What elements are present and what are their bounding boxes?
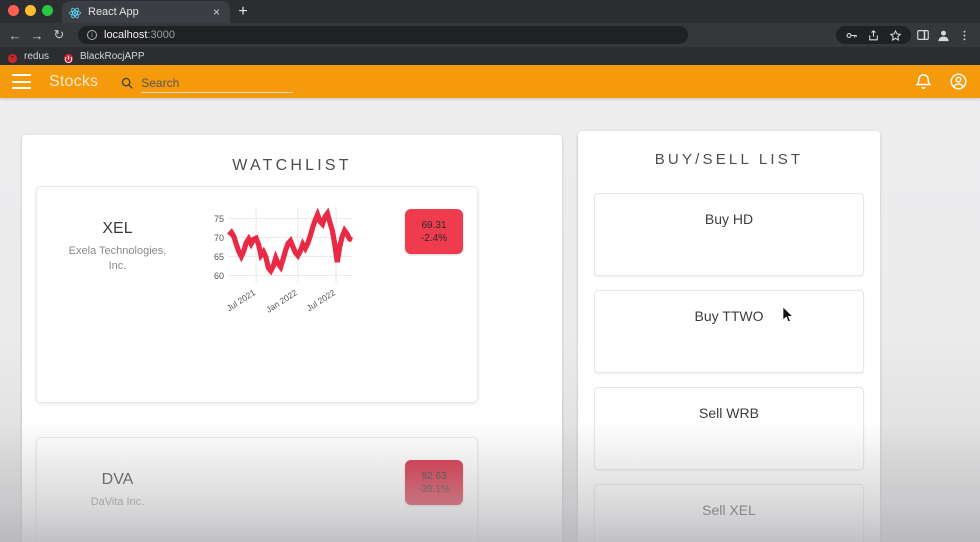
- close-icon[interactable]: ×: [210, 6, 223, 18]
- browser-tab[interactable]: React App ×: [62, 1, 230, 23]
- tab-strip: React App × +: [0, 0, 980, 23]
- search-input[interactable]: [141, 75, 294, 93]
- svg-text:60: 60: [214, 271, 224, 281]
- react-icon: [69, 6, 81, 19]
- bookmark-blackrock[interactable]: BlackRocjAPP: [63, 50, 145, 63]
- bookmark-redus[interactable]: redus: [7, 50, 50, 63]
- stock-symbol: XEL: [102, 220, 133, 237]
- menu-kebab-icon[interactable]: [955, 26, 974, 44]
- stock-company: Exela Technologies, Inc.: [68, 245, 167, 272]
- toolbar-actions: [836, 23, 974, 47]
- svg-text:75: 75: [214, 214, 224, 224]
- page-content: WATCHLIST XEL Exela Technologies, Inc. 6…: [0, 98, 980, 542]
- svg-text:Jul 2021: Jul 2021: [225, 287, 258, 313]
- forward-icon[interactable]: →: [26, 25, 48, 45]
- window-controls: [8, 5, 53, 16]
- bell-icon[interactable]: [914, 72, 933, 91]
- close-window-button[interactable]: [8, 5, 19, 16]
- omnibox-actions: [836, 26, 911, 44]
- bookmarks-bar: redus BlackRocjAPP: [0, 47, 980, 65]
- profile-icon[interactable]: [934, 26, 953, 44]
- reload-icon[interactable]: ↻: [48, 25, 70, 45]
- order-card[interactable]: Buy HD: [594, 193, 864, 276]
- url-port: :3000: [147, 29, 175, 41]
- back-icon[interactable]: ←: [4, 25, 26, 45]
- svg-text:65: 65: [214, 252, 224, 262]
- price-chart: 60 65 70 75 Jul 2021 Jan 2022 Jul 2022: [193, 201, 358, 321]
- stock-company: DaVita Inc.: [90, 496, 145, 508]
- stock-price: 82.63: [421, 470, 447, 482]
- browser-window: React App × + ← → ↻ i localhost:3000 red…: [0, 0, 980, 542]
- search-icon[interactable]: [120, 76, 134, 90]
- stock-price: 69.31: [421, 219, 447, 231]
- order-card[interactable]: Sell XEL: [594, 484, 864, 542]
- watchlist-panel: WATCHLIST XEL Exela Technologies, Inc. 6…: [22, 135, 562, 542]
- address-bar[interactable]: i localhost:3000: [78, 26, 688, 44]
- url-host: localhost: [104, 29, 148, 41]
- stock-change: -2.4%: [420, 232, 448, 244]
- blackrock-icon: [63, 51, 74, 63]
- watchlist-title: WATCHLIST: [232, 157, 352, 174]
- order-label: Sell WRB: [699, 405, 759, 421]
- svg-text:Jul 2022: Jul 2022: [305, 287, 338, 313]
- stock-change: -39.1%: [418, 483, 450, 495]
- price-badge: 69.31 -2.4%: [405, 209, 463, 254]
- info-icon[interactable]: i: [87, 30, 97, 40]
- redux-icon: [7, 51, 18, 63]
- url-text: localhost:3000: [104, 29, 175, 41]
- bookmark-label: BlackRocjAPP: [80, 50, 145, 62]
- watchlist-row[interactable]: DVA DaVita Inc. 82.63 -39.1%: [36, 437, 478, 542]
- price-badge: 82.63 -39.1%: [405, 460, 463, 505]
- minimize-window-button[interactable]: [25, 5, 36, 16]
- stock-symbol: DVA: [101, 471, 134, 488]
- watchlist-row[interactable]: XEL Exela Technologies, Inc. 60 65 70 75 Jul…: [36, 186, 478, 403]
- svg-text:70: 70: [214, 233, 224, 243]
- account-circle-icon[interactable]: [949, 72, 968, 91]
- search-area: [120, 71, 294, 93]
- tab-title: React App: [88, 6, 139, 18]
- bookmark-label: redus: [24, 50, 50, 62]
- app-title: Stocks: [49, 72, 99, 90]
- browser-toolbar: ← → ↻ i localhost:3000: [0, 23, 980, 47]
- new-tab-button[interactable]: +: [233, 3, 253, 21]
- hamburger-icon[interactable]: [12, 74, 31, 89]
- buysell-panel: BUY/SELL LIST Buy HD Buy TTWO Sell WRB S…: [578, 131, 880, 542]
- order-label: Buy HD: [704, 211, 754, 227]
- app-header-actions: [914, 65, 968, 98]
- order-label: Buy TTWO: [694, 308, 764, 324]
- order-card[interactable]: Sell WRB: [594, 387, 864, 470]
- order-card[interactable]: Buy TTWO: [594, 290, 864, 373]
- svg-text:Jan 2022: Jan 2022: [264, 287, 299, 315]
- key-icon[interactable]: [842, 26, 861, 44]
- star-icon[interactable]: [886, 26, 905, 44]
- side-panel-icon[interactable]: [913, 26, 932, 44]
- app-header: Stocks: [0, 65, 980, 98]
- page-viewport: Stocks Search WATCHLIST XEL Exela Techno…: [0, 65, 980, 542]
- buysell-title: BUY/SELL LIST: [654, 151, 804, 168]
- maximize-window-button[interactable]: [42, 5, 53, 16]
- order-label: Sell XEL: [702, 502, 756, 518]
- share-icon[interactable]: [864, 26, 883, 44]
